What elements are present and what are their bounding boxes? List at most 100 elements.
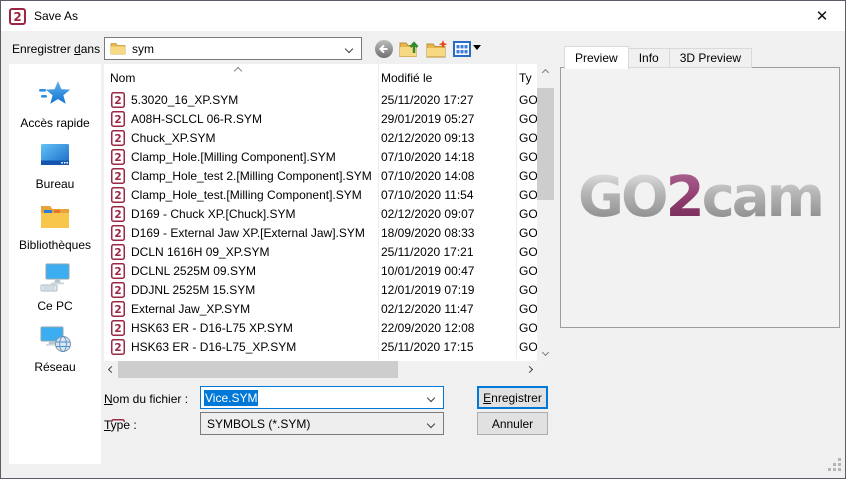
network-icon (38, 322, 72, 357)
file-type: GO (519, 93, 537, 107)
file-row[interactable]: 2 External Jaw_XP.SYM 02/12/2020 11:47 G… (104, 300, 537, 319)
file-modified-date: 22/09/2020 12:08 (381, 321, 474, 335)
view-menu-button[interactable] (451, 38, 473, 60)
file-type: GO (519, 169, 537, 183)
close-button[interactable]: ✕ (799, 1, 845, 31)
sidebar-item-this-pc[interactable]: Ce PC (9, 261, 101, 322)
column-header-name[interactable]: Nom (110, 71, 135, 85)
file-name: Chuck_XP.SYM (131, 131, 216, 145)
go2cam-file-icon: 2 (111, 320, 125, 336)
chevron-down-icon (345, 45, 353, 53)
view-menu-dropdown-arrow[interactable] (473, 45, 481, 50)
filename-combobox[interactable]: Vice.SYM (200, 386, 444, 409)
svg-text:2: 2 (114, 266, 121, 278)
file-name: Clamp_Hole_test.[Milling Component].SYM (131, 188, 362, 202)
sidebar-item-label: Bibliothèques (19, 238, 91, 252)
svg-text:2: 2 (114, 323, 121, 335)
file-name: DCLNL 2525M 09.SYM (131, 264, 256, 278)
go2cam-app-icon: 2 (9, 8, 26, 25)
file-name: Clamp_Hole_test 2.[Milling Component].SY… (131, 169, 372, 183)
sidebar-item-label: Réseau (34, 360, 75, 374)
column-header-type[interactable]: Ty (519, 71, 532, 85)
up-one-level-button[interactable] (399, 38, 421, 60)
tab-info[interactable]: Info (629, 48, 670, 68)
current-folder-name: sym (132, 42, 154, 56)
scroll-down-button[interactable] (537, 344, 554, 361)
go2cam-file-icon: 2 (111, 225, 125, 241)
cancel-button[interactable]: Annuler (477, 412, 548, 435)
this-pc-icon (38, 261, 72, 296)
chevron-down-icon (427, 394, 435, 402)
scroll-left-button[interactable] (104, 361, 119, 378)
go2cam-file-icon: 2 (111, 244, 125, 260)
libraries-icon (38, 200, 72, 235)
horizontal-scrollbar[interactable] (104, 361, 537, 378)
file-modified-date: 02/12/2020 11:47 (381, 302, 474, 316)
file-row[interactable]: 2 DDJNL 2525M 15.SYM 12/01/2019 07:19 GO (104, 281, 537, 300)
file-row[interactable]: 2 Clamp_Hole.[Milling Component].SYM 07/… (104, 148, 537, 167)
tab-preview[interactable]: Preview (564, 46, 629, 69)
column-header-modified[interactable]: Modifié le (381, 71, 432, 85)
back-button[interactable] (373, 38, 395, 60)
svg-text:2: 2 (114, 171, 121, 183)
svg-text:2: 2 (13, 10, 21, 24)
file-row[interactable]: 2 Clamp_Hole_test.[Milling Component].SY… (104, 186, 537, 205)
sidebar-item-label: Bureau (36, 177, 75, 191)
file-type: GO (519, 131, 537, 145)
scroll-right-button[interactable] (522, 361, 537, 378)
file-row[interactable]: 2 Chuck_XP.SYM 02/12/2020 09:13 GO (104, 129, 537, 148)
file-row[interactable]: 2 D169 - Chuck XP.[Chuck].SYM 02/12/2020… (104, 205, 537, 224)
file-modified-date: 10/01/2019 00:47 (381, 264, 474, 278)
file-name: D169 - Chuck XP.[Chuck].SYM (131, 207, 296, 221)
file-type: GO (519, 188, 537, 202)
go2cam-file-icon: 2 (111, 206, 125, 222)
svg-text:2: 2 (114, 152, 121, 164)
scroll-up-button[interactable] (537, 64, 554, 81)
file-type: GO (519, 302, 537, 316)
file-row[interactable]: 2 HSK63 ER - D16-L75_XP.SYM 25/11/2020 1… (104, 338, 537, 357)
file-modified-date: 02/12/2020 09:07 (381, 207, 474, 221)
preview-panel: GO2cam (560, 67, 840, 328)
file-modified-date: 25/11/2020 17:27 (381, 93, 474, 107)
go2cam-file-icon: 2 (111, 263, 125, 279)
svg-text:2: 2 (114, 228, 121, 240)
file-row[interactable]: 2 Clamp_Hole_test 2.[Milling Component].… (104, 167, 537, 186)
file-name: HSK63 ER - D16-L75_XP.SYM (131, 340, 296, 354)
resize-grip[interactable] (828, 458, 842, 475)
vertical-scrollbar-thumb[interactable] (537, 88, 554, 200)
sidebar-item-libraries[interactable]: Bibliothèques (9, 200, 101, 261)
svg-text:2: 2 (114, 133, 121, 145)
go2cam-file-icon: 2 (111, 187, 125, 203)
sidebar-item-desktop[interactable]: Bureau (9, 139, 101, 200)
filename-value: Vice.SYM (204, 390, 258, 406)
file-type: GO (519, 321, 537, 335)
tab-3d-preview[interactable]: 3D Preview (670, 48, 752, 68)
new-folder-button[interactable] (426, 38, 448, 60)
filetype-value: SYMBOLS (*.SYM) (207, 417, 310, 431)
file-row[interactable]: 2 DCLNL 2525M 09.SYM 10/01/2019 00:47 GO (104, 262, 537, 281)
file-modified-date: 07/10/2020 11:54 (381, 188, 474, 202)
file-name: Clamp_Hole.[Milling Component].SYM (131, 150, 336, 164)
sidebar-item-quick-access[interactable]: Accès rapide (9, 78, 101, 139)
file-name: 5.3020_16_XP.SYM (131, 93, 238, 107)
sidebar-item-network[interactable]: Réseau (9, 322, 101, 383)
file-name: DDJNL 2525M 15.SYM (131, 283, 255, 297)
file-row[interactable]: 2 DCLN 1616H 09_XP.SYM 25/11/2020 17:21 … (104, 243, 537, 262)
file-type: GO (519, 207, 537, 221)
save-in-label: Enregistrer dans : (12, 42, 107, 56)
filetype-combobox[interactable]: SYMBOLS (*.SYM) (200, 412, 444, 435)
scrollbar-corner (537, 361, 554, 378)
file-row[interactable]: 2 A08H-SCLCL 06-R.SYM 29/01/2019 05:27 G… (104, 110, 537, 129)
sidebar-item-label: Ce PC (37, 299, 72, 313)
horizontal-scrollbar-thumb[interactable] (118, 361, 398, 378)
vertical-scrollbar[interactable] (537, 64, 554, 361)
file-row[interactable]: 2 HSK63 ER - D16-L75 XP.SYM 22/09/2020 1… (104, 319, 537, 338)
file-row[interactable]: 2 D169 - External Jaw XP.[External Jaw].… (104, 224, 537, 243)
go2cam-file-icon: 2 (111, 339, 125, 355)
svg-text:2: 2 (114, 190, 121, 202)
file-modified-date: 25/11/2020 17:21 (381, 245, 474, 259)
svg-text:2: 2 (114, 95, 121, 107)
file-row[interactable]: 2 5.3020_16_XP.SYM 25/11/2020 17:27 GO (104, 91, 537, 110)
save-in-combobox[interactable]: sym (104, 37, 362, 60)
save-button[interactable]: Enregistrer (477, 386, 548, 409)
